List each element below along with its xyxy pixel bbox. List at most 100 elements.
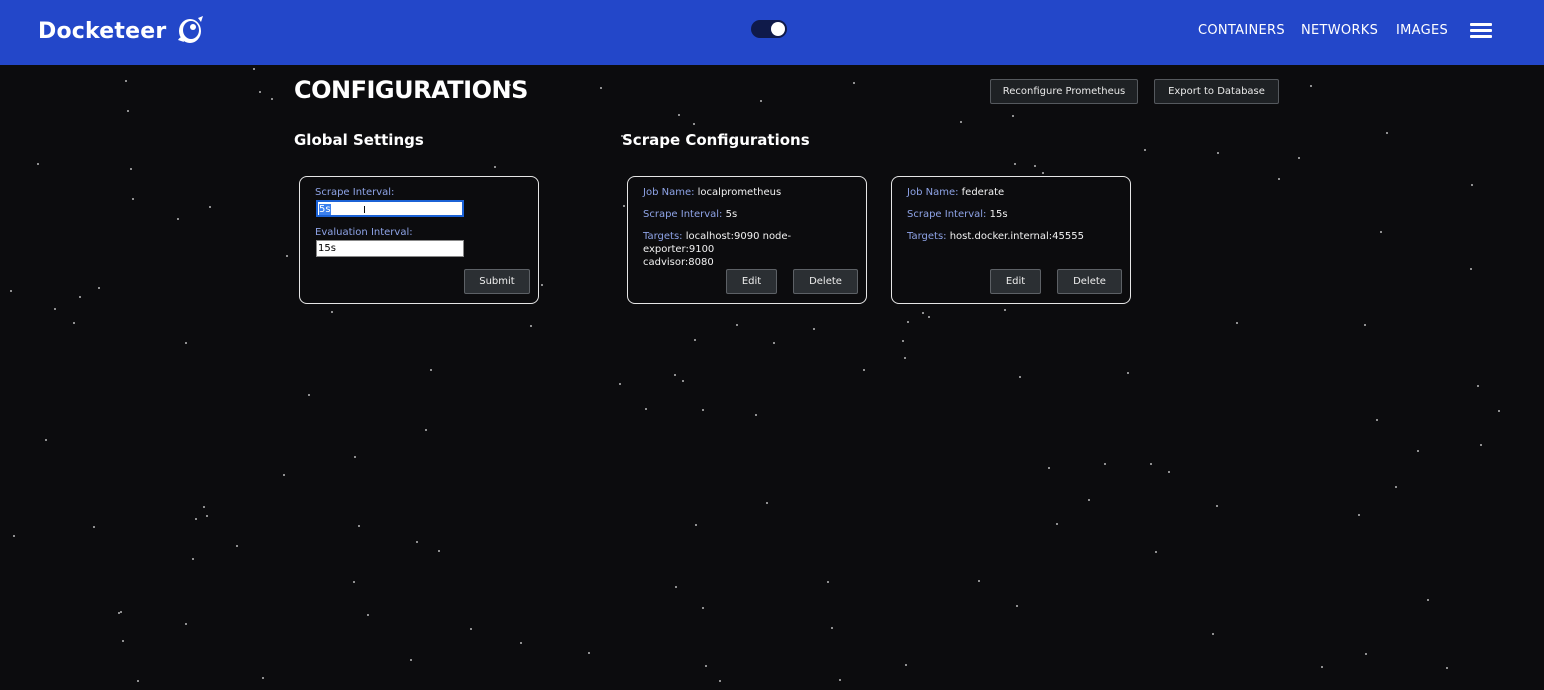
star-dot <box>674 374 676 376</box>
star-dot <box>410 659 412 661</box>
star-dot <box>1014 163 1016 165</box>
star-dot <box>1376 419 1378 421</box>
star-dot <box>1278 178 1280 180</box>
job-name-label: Job Name: <box>643 187 695 198</box>
star-dot <box>271 98 273 100</box>
star-dot <box>1019 376 1021 378</box>
star-dot <box>185 623 187 625</box>
evaluation-interval-input[interactable]: 15s <box>316 240 464 257</box>
star-dot <box>1217 152 1219 154</box>
star-dot <box>928 316 930 318</box>
text-cursor-icon: I <box>363 205 366 216</box>
scrape-interval-row: Scrape Interval: 15s <box>907 208 1008 221</box>
star-dot <box>600 87 602 89</box>
star-dot <box>1088 499 1090 501</box>
star-dot <box>73 322 75 324</box>
star-dot <box>1480 444 1482 446</box>
edit-button[interactable]: Edit <box>990 269 1041 294</box>
global-settings-heading: Global Settings <box>294 131 424 149</box>
star-dot <box>1236 322 1238 324</box>
star-dot <box>203 506 205 508</box>
star-dot <box>259 91 261 93</box>
evaluation-interval-value: 15s <box>318 243 336 254</box>
star-dot <box>353 581 355 583</box>
brand[interactable]: Docketeer <box>38 14 206 48</box>
star-dot <box>863 369 865 371</box>
star-dot <box>192 558 194 560</box>
nav-networks[interactable]: NETWORKS <box>1301 23 1378 38</box>
star-dot <box>195 518 197 520</box>
targets-label: Targets: <box>643 231 683 242</box>
scrape-interval-value: 5s <box>319 204 331 215</box>
submit-button[interactable]: Submit <box>464 269 530 294</box>
star-dot <box>1417 450 1419 452</box>
star-dot <box>773 342 775 344</box>
star-dot <box>1104 463 1106 465</box>
star-dot <box>1127 372 1129 374</box>
star-dot <box>1380 231 1382 233</box>
star-dot <box>1150 463 1152 465</box>
job-name-label: Job Name: <box>907 187 959 198</box>
scrape-interval-input[interactable]: 5s I <box>316 200 464 217</box>
job-name-row: Job Name: federate <box>907 186 1004 199</box>
star-dot <box>127 110 129 112</box>
nav-containers[interactable]: CONTAINERS <box>1198 23 1285 38</box>
targets-label: Targets: <box>907 231 947 242</box>
scrape-interval-label: Scrape Interval: <box>643 209 723 220</box>
targets-row: Targets: host.docker.internal:45555 <box>907 230 1084 243</box>
star-dot <box>1395 486 1397 488</box>
star-dot <box>719 680 721 682</box>
star-dot <box>1144 149 1146 151</box>
global-settings-card: Scrape Interval: 5s I Evaluation Interva… <box>299 176 539 304</box>
star-dot <box>283 474 285 476</box>
star-dot <box>1216 505 1218 507</box>
star-dot <box>702 607 704 609</box>
star-dot <box>130 168 132 170</box>
star-dot <box>702 409 704 411</box>
star-dot <box>588 652 590 654</box>
star-dot <box>902 340 904 342</box>
export-to-database-button[interactable]: Export to Database <box>1154 79 1279 104</box>
star-dot <box>675 586 677 588</box>
star-dot <box>438 550 440 552</box>
star-dot <box>132 198 134 200</box>
star-dot <box>1470 268 1472 270</box>
theme-toggle[interactable] <box>751 20 787 38</box>
star-dot <box>1427 599 1429 601</box>
star-dot <box>853 82 855 84</box>
targets-value: host.docker.internal:45555 <box>949 231 1084 242</box>
star-dot <box>494 166 496 168</box>
star-dot <box>678 114 680 116</box>
star-dot <box>125 80 127 82</box>
star-dot <box>619 383 621 385</box>
scrape-config-card: Job Name: localprometheus Scrape Interva… <box>627 176 867 304</box>
star-dot <box>766 502 768 504</box>
toggle-knob <box>771 22 785 36</box>
star-dot <box>1155 551 1157 553</box>
star-dot <box>520 642 522 644</box>
star-dot <box>1365 653 1367 655</box>
star-dot <box>813 328 815 330</box>
edit-button[interactable]: Edit <box>726 269 777 294</box>
delete-button[interactable]: Delete <box>1057 269 1122 294</box>
star-dot <box>839 679 841 681</box>
page-title: CONFIGURATIONS <box>294 76 528 104</box>
star-dot <box>978 580 980 582</box>
star-dot <box>45 439 47 441</box>
scrape-interval-value: 5s <box>725 209 738 220</box>
nav-images[interactable]: IMAGES <box>1396 23 1448 38</box>
delete-button[interactable]: Delete <box>793 269 858 294</box>
star-dot <box>118 612 120 614</box>
star-dot <box>695 524 697 526</box>
reconfigure-prometheus-button[interactable]: Reconfigure Prometheus <box>990 79 1138 104</box>
star-dot <box>430 369 432 371</box>
rocket-mascot-icon <box>178 16 204 43</box>
targets-row: Targets: localhost:9090 node-exporter:91… <box>643 230 858 269</box>
star-dot <box>10 290 12 292</box>
star-dot <box>1012 115 1014 117</box>
star-dot <box>645 408 647 410</box>
star-dot <box>1298 157 1300 159</box>
hamburger-icon[interactable] <box>1470 23 1492 39</box>
scrape-config-card: Job Name: federate Scrape Interval: 15s … <box>891 176 1131 304</box>
star-dot <box>425 429 427 431</box>
